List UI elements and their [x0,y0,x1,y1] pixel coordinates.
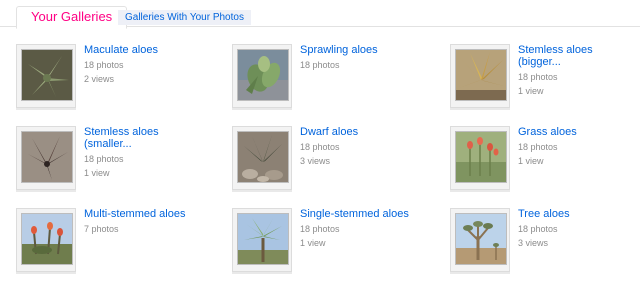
gallery-view-count: 1 view [84,168,110,178]
gallery-item-sprawling-aloes: Sprawling aloes 18 photos [232,44,432,120]
gallery-item-stemless-aloes-bigger: Stemless aloes (bigger... 18 photos 1 vi… [450,44,640,120]
aloe-photo-image [456,214,506,264]
gallery-view-count: 1 view [518,156,544,166]
gallery-photo-count: 18 photos [518,72,558,82]
gallery-view-count: 2 views [84,74,115,84]
gallery-thumbnail-frame[interactable] [16,44,76,108]
gallery-title-link[interactable]: Grass aloes [518,126,638,138]
aloe-photo-image [22,214,72,264]
aloe-photo-image [238,214,288,264]
gallery-view-count: 3 views [518,238,549,248]
aloe-photo-image [22,132,72,182]
gallery-thumbnail[interactable] [21,131,73,183]
gallery-grid: Maculate aloes 18 photos 2 views Sprawli… [0,0,640,286]
gallery-thumbnail[interactable] [455,49,507,101]
gallery-thumbnail-frame[interactable] [450,208,510,272]
gallery-photo-count: 7 photos [84,224,119,234]
gallery-thumbnail-frame[interactable] [232,208,292,272]
gallery-thumbnail[interactable] [21,49,73,101]
gallery-thumbnail[interactable] [21,213,73,265]
gallery-thumbnail[interactable] [237,49,289,101]
aloe-photo-image [238,50,288,100]
gallery-thumbnail-frame[interactable] [232,126,292,190]
gallery-photo-count: 18 photos [300,60,340,70]
gallery-thumbnail-frame[interactable] [16,208,76,272]
gallery-title-link[interactable]: Sprawling aloes [300,44,420,56]
gallery-photo-count: 18 photos [300,142,340,152]
gallery-view-count: 1 view [518,86,544,96]
gallery-view-count: 3 views [300,156,331,166]
gallery-thumbnail[interactable] [237,131,289,183]
gallery-thumbnail-frame[interactable] [450,44,510,108]
gallery-title-link[interactable]: Stemless aloes (smaller... [84,126,204,150]
gallery-item-single-stemmed-aloes: Single-stemmed aloes 18 photos 1 view [232,208,432,284]
gallery-title-link[interactable]: Dwarf aloes [300,126,420,138]
gallery-thumbnail[interactable] [237,213,289,265]
gallery-item-maculate-aloes: Maculate aloes 18 photos 2 views [16,44,216,120]
gallery-photo-count: 18 photos [518,224,558,234]
gallery-item-tree-aloes: Tree aloes 18 photos 3 views [450,208,640,284]
gallery-photo-count: 18 photos [300,224,340,234]
aloe-photo-image [456,132,506,182]
aloe-photo-image [238,132,288,182]
gallery-title-link[interactable]: Maculate aloes [84,44,204,56]
gallery-title-link[interactable]: Single-stemmed aloes [300,208,420,220]
gallery-view-count: 1 view [300,238,326,248]
gallery-title-link[interactable]: Tree aloes [518,208,638,220]
gallery-thumbnail-frame[interactable] [16,126,76,190]
gallery-photo-count: 18 photos [84,154,124,164]
gallery-title-link[interactable]: Multi-stemmed aloes [84,208,204,220]
gallery-title-link[interactable]: Stemless aloes (bigger... [518,44,638,68]
gallery-item-stemless-aloes-smaller: Stemless aloes (smaller... 18 photos 1 v… [16,126,216,202]
gallery-photo-count: 18 photos [84,60,124,70]
aloe-photo-image [456,50,506,100]
gallery-item-dwarf-aloes: Dwarf aloes 18 photos 3 views [232,126,432,202]
aloe-photo-image [22,50,72,100]
gallery-thumbnail[interactable] [455,213,507,265]
gallery-thumbnail[interactable] [455,131,507,183]
gallery-item-multi-stemmed-aloes: Multi-stemmed aloes 7 photos [16,208,216,284]
gallery-photo-count: 18 photos [518,142,558,152]
gallery-thumbnail-frame[interactable] [232,44,292,108]
gallery-thumbnail-frame[interactable] [450,126,510,190]
gallery-item-grass-aloes: Grass aloes 18 photos 1 view [450,126,640,202]
